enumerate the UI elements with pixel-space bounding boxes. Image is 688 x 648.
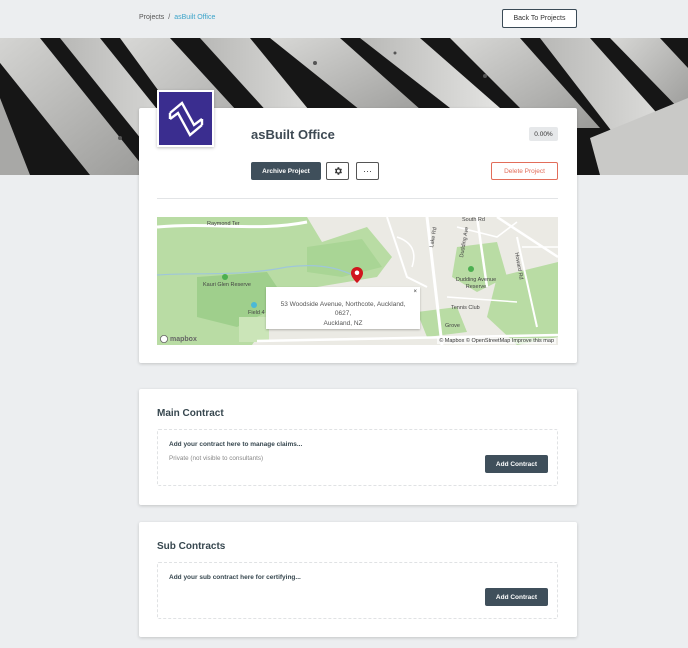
map-attribution[interactable]: © Mapbox © OpenStreetMap Improve this ma…	[437, 338, 556, 344]
archive-project-button[interactable]: Archive Project	[251, 162, 321, 180]
breadcrumb-current: asBuilt Office	[174, 14, 216, 21]
more-options-button[interactable]: ···	[356, 162, 379, 180]
address-popup: × 53 Woodside Avenue, Northcote, Aucklan…	[266, 287, 420, 329]
mapbox-logo-text: mapbox	[170, 335, 197, 343]
sub-contracts-heading: Sub Contracts	[157, 541, 226, 552]
address-line-2: Auckland, NZ	[323, 319, 363, 327]
privacy-note: Private (not visible to consultants)	[169, 455, 264, 462]
project-title: asBuilt Office	[251, 127, 335, 142]
delete-project-button[interactable]: Delete Project	[491, 162, 558, 180]
top-bar: Projects / asBuilt Office Back To Projec…	[0, 0, 688, 38]
add-sub-contract-button[interactable]: Add Contract	[485, 588, 548, 606]
back-to-projects-button[interactable]: Back To Projects	[502, 9, 577, 28]
map-label: Raymond Ter	[207, 221, 240, 227]
divider	[157, 198, 558, 199]
close-icon[interactable]: ×	[413, 288, 417, 297]
map-label: Tennis Club	[451, 305, 480, 311]
main-contract-heading: Main Contract	[157, 408, 224, 419]
map-label: Grove	[445, 323, 460, 329]
add-main-contract-button[interactable]: Add Contract	[485, 455, 548, 473]
main-contract-card: Main Contract Add your contract here to …	[139, 389, 577, 505]
project-location-map[interactable]: Raymond Ter Kauri Glen Reserve Field 4 L…	[157, 217, 558, 345]
map-label: Field 4	[248, 310, 265, 316]
sub-contracts-placeholder: Add your sub contract here for certifyin…	[157, 562, 558, 619]
map-label: Dudding Avenue Reserve	[455, 277, 497, 290]
asbuilt-logo-icon	[168, 100, 203, 137]
mapbox-icon	[160, 335, 168, 343]
map-label: Kauri Glen Reserve	[203, 282, 251, 288]
mapbox-logo[interactable]: mapbox	[160, 335, 197, 343]
settings-button[interactable]	[326, 162, 349, 180]
main-contract-prompt: Add your contract here to manage claims.…	[169, 441, 303, 448]
address-line-1: 53 Woodside Avenue, Northcote, Auckland,…	[280, 301, 406, 318]
main-contract-placeholder: Add your contract here to manage claims.…	[157, 429, 558, 486]
location-pin-icon[interactable]	[351, 267, 363, 283]
breadcrumb-projects-link[interactable]: Projects	[139, 14, 164, 21]
breadcrumb: Projects / asBuilt Office	[139, 14, 215, 21]
sub-contracts-card: Sub Contracts Add your sub contract here…	[139, 522, 577, 637]
sub-contracts-prompt: Add your sub contract here for certifyin…	[169, 574, 301, 581]
map-label: South Rd	[462, 217, 485, 223]
breadcrumb-separator: /	[168, 14, 171, 21]
gear-icon	[334, 167, 342, 175]
progress-badge: 0.00%	[529, 127, 558, 141]
project-logo	[157, 90, 214, 147]
